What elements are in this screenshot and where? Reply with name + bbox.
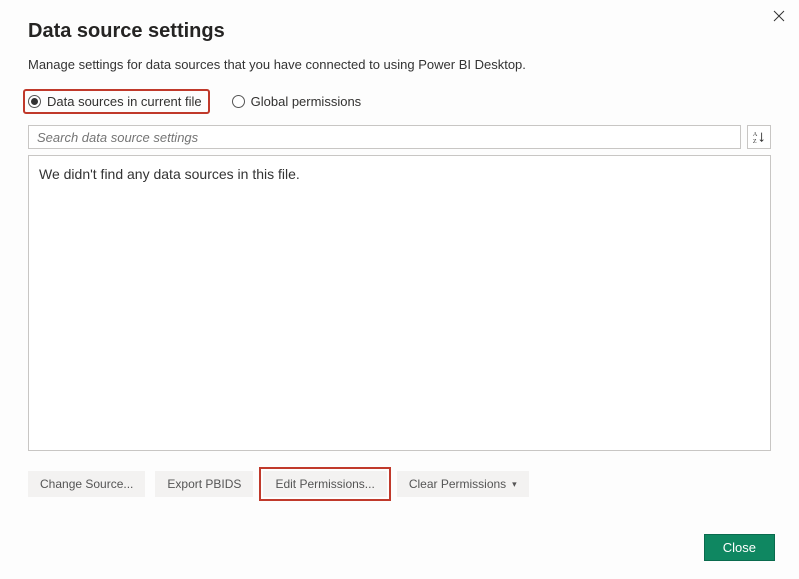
sort-az-icon: A Z [752, 130, 766, 144]
radio-current-file[interactable]: Data sources in current file [23, 89, 210, 114]
clear-permissions-button[interactable]: Clear Permissions ▾ [397, 471, 529, 497]
action-button-row: Change Source... Export PBIDS Edit Permi… [28, 471, 771, 497]
data-source-settings-dialog: Data source settings Manage settings for… [0, 0, 799, 497]
radio-selected-icon [28, 95, 41, 108]
scope-radio-group: Data sources in current file Global perm… [28, 94, 771, 109]
clear-permissions-label: Clear Permissions [409, 477, 506, 491]
empty-list-message: We didn't find any data sources in this … [39, 166, 300, 182]
svg-text:Z: Z [753, 139, 757, 144]
radio-current-file-label: Data sources in current file [47, 94, 202, 109]
dialog-footer: Close [704, 534, 775, 561]
edit-permissions-button[interactable]: Edit Permissions... [263, 471, 386, 497]
radio-unselected-icon [232, 95, 245, 108]
change-source-button[interactable]: Change Source... [28, 471, 145, 497]
close-button[interactable]: Close [704, 534, 775, 561]
close-icon[interactable] [769, 8, 789, 28]
dialog-subtitle: Manage settings for data sources that yo… [28, 57, 771, 72]
svg-text:A: A [753, 132, 758, 138]
chevron-down-icon: ▾ [512, 479, 517, 490]
sort-button[interactable]: A Z [747, 125, 771, 149]
data-source-list: We didn't find any data sources in this … [28, 155, 771, 451]
export-pbids-button[interactable]: Export PBIDS [155, 471, 253, 497]
dialog-title: Data source settings [28, 20, 771, 43]
radio-global-permissions[interactable]: Global permissions [232, 94, 362, 109]
search-input[interactable] [28, 125, 741, 149]
radio-global-label: Global permissions [251, 94, 362, 109]
search-row: A Z [28, 125, 771, 149]
